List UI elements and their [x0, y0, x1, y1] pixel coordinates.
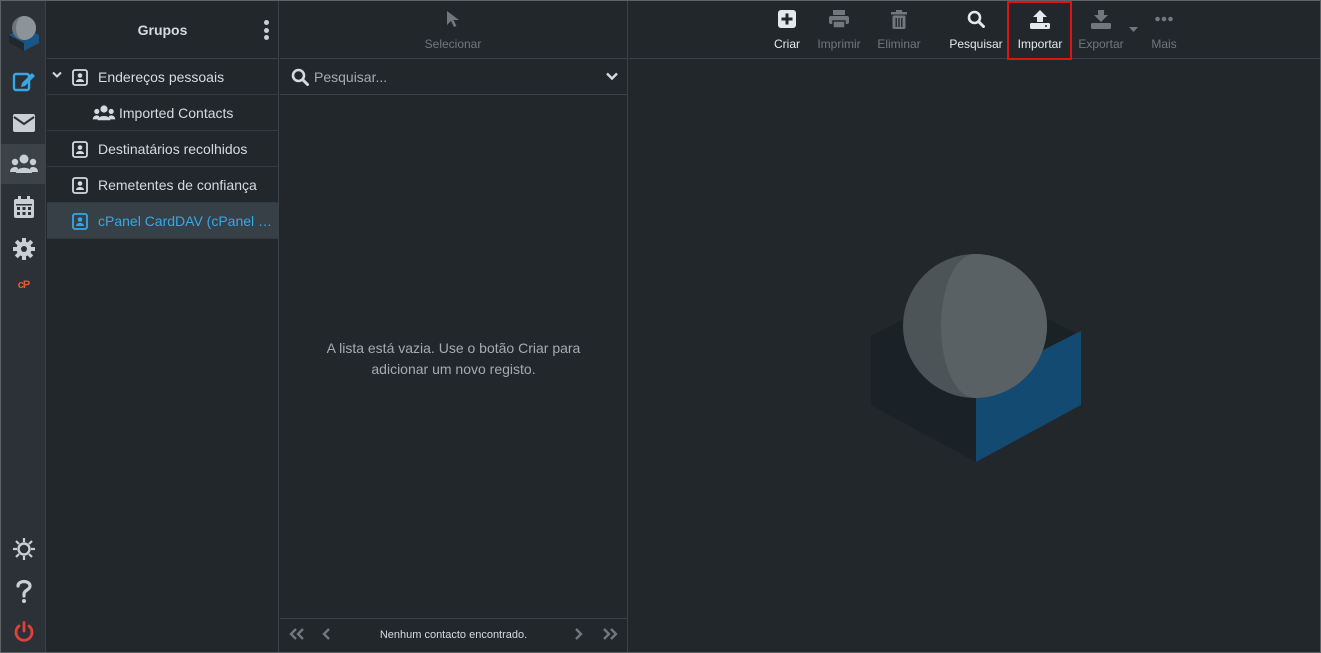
export-label: Exportar — [1078, 37, 1124, 51]
list-toolbar: Selecionar — [280, 1, 627, 59]
ellipsis-icon — [1155, 16, 1173, 22]
search-label: Pesquisar — [949, 37, 1003, 51]
delete-button[interactable]: Eliminar — [871, 1, 927, 59]
group-label: Destinatários recolhidos — [98, 141, 248, 157]
contacts-button[interactable] — [1, 144, 46, 184]
group-item-personal-addresses[interactable]: Endereços pessoais — [47, 59, 278, 95]
import-highlight-box — [1007, 1, 1072, 60]
group-label: Remetentes de confiança — [98, 177, 257, 193]
export-dropdown-caret-icon[interactable] — [1129, 27, 1138, 32]
create-button[interactable]: Criar — [765, 1, 809, 59]
printer-icon — [829, 10, 849, 28]
cpanel-button[interactable]: cP — [1, 265, 46, 305]
group-label: Imported Contacts — [119, 105, 234, 121]
group-item-cpanel-carddav[interactable]: cPanel CardDAV (cPanel CardDAV) — [47, 203, 278, 239]
empty-list-message: A lista está vazia. Use o botão Criar pa… — [326, 340, 581, 377]
search-icon — [291, 68, 309, 86]
address-book-icon — [72, 69, 88, 86]
more-button[interactable]: Mais — [1141, 1, 1187, 59]
select-label: Selecionar — [424, 37, 482, 51]
compose-button[interactable] — [1, 61, 46, 101]
theme-toggle-button[interactable] — [1, 529, 46, 569]
group-item-imported-contacts[interactable]: Imported Contacts — [47, 95, 278, 131]
address-book-icon — [72, 213, 88, 230]
settings-button[interactable] — [1, 229, 46, 269]
gear-icon — [12, 238, 35, 260]
roundcube-watermark-logo — [871, 254, 1081, 462]
pager-status: Nenhum contacto encontrado. — [379, 629, 528, 641]
export-button[interactable]: Exportar — [1073, 1, 1129, 59]
groups-header: Grupos — [47, 1, 278, 59]
group-label: cPanel CardDAV (cPanel CardDAV) — [98, 213, 274, 229]
sun-icon — [12, 538, 35, 560]
print-button[interactable]: Imprimir — [811, 1, 867, 59]
group-label: Endereços pessoais — [98, 69, 225, 85]
app-window: cP Grupos Endereços pessoais Imported Co… — [0, 0, 1321, 653]
download-icon — [1091, 10, 1111, 29]
calendar-icon — [13, 196, 34, 218]
group-item-collected-recipients[interactable]: Destinatários recolhidos — [47, 131, 278, 167]
power-icon — [14, 621, 33, 642]
users-icon — [92, 105, 116, 121]
print-label: Imprimir — [817, 37, 861, 51]
trash-icon — [891, 10, 907, 29]
contacts-icon — [9, 154, 38, 173]
search-button[interactable]: Pesquisar — [945, 1, 1007, 59]
main-toolbar: Criar Imprimir Eliminar Pesquisar Import… — [629, 1, 1320, 60]
list-pager: Nenhum contacto encontrado. — [280, 618, 627, 652]
next-page-icon[interactable] — [574, 628, 583, 640]
address-book-icon — [72, 141, 88, 158]
compose-icon — [12, 72, 35, 92]
contact-details-panel: Criar Imprimir Eliminar Pesquisar Import… — [629, 1, 1320, 652]
chevron-down-icon[interactable] — [606, 72, 618, 81]
previous-page-icon[interactable] — [322, 628, 331, 640]
first-page-icon[interactable] — [289, 628, 305, 640]
question-icon — [15, 579, 32, 603]
groups-title: Grupos — [137, 22, 188, 38]
logout-button[interactable] — [1, 612, 46, 652]
roundcube-logo[interactable] — [7, 11, 41, 51]
more-label: Mais — [1151, 37, 1177, 51]
mail-button[interactable] — [1, 103, 46, 143]
nav-rail: cP — [1, 1, 46, 652]
calendar-button[interactable] — [1, 187, 46, 227]
plus-square-icon — [778, 10, 796, 28]
groups-panel: Grupos Endereços pessoais Imported Conta… — [47, 1, 279, 652]
address-book-icon — [72, 177, 88, 194]
search-icon — [967, 10, 985, 28]
last-page-icon[interactable] — [602, 628, 618, 640]
contacts-list-panel: Selecionar A lista está vazia. Use o bot… — [280, 1, 628, 652]
select-button[interactable]: Selecionar — [410, 1, 496, 59]
group-item-trusted-senders[interactable]: Remetentes de confiança — [47, 167, 278, 203]
search-bar[interactable] — [280, 59, 627, 95]
delete-label: Eliminar — [877, 37, 921, 51]
cpanel-icon: cP — [17, 279, 31, 291]
mail-icon — [12, 114, 35, 132]
groups-options-menu-icon[interactable] — [262, 20, 270, 40]
search-input[interactable] — [314, 66, 594, 88]
create-label: Criar — [774, 37, 800, 51]
chevron-down-icon[interactable] — [52, 71, 62, 79]
help-button[interactable] — [1, 571, 46, 611]
pointer-icon — [447, 11, 459, 27]
